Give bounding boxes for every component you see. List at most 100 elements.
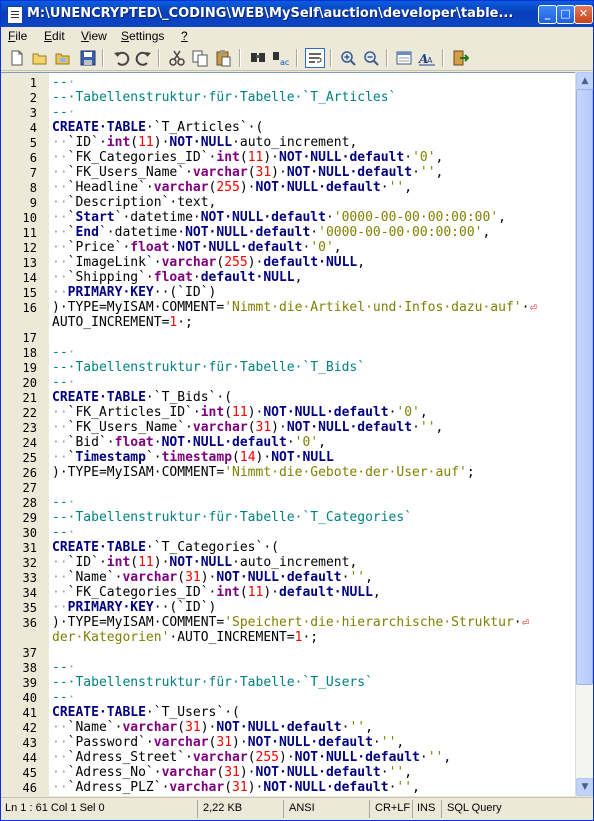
code-line: ··`Timestamp`·timestamp(14)·NOT·NULL	[52, 450, 334, 465]
code-token: ·	[67, 75, 76, 90]
word-wrap-icon[interactable]	[305, 48, 325, 68]
menu-edit[interactable]: Edit	[44, 29, 65, 43]
code-token: varchar	[161, 255, 217, 270]
redo-icon[interactable]	[135, 49, 153, 67]
code-token: `Headline`·	[67, 180, 154, 195]
code-token: '0000-00-00·00:00:00'	[318, 225, 483, 240]
scroll-up-arrow-icon[interactable]: ▲	[576, 72, 593, 90]
code-token: ·	[192, 270, 201, 285]
code-token: Start	[75, 210, 115, 225]
menu-file[interactable]: File	[8, 29, 27, 43]
code-token: ·	[380, 180, 389, 195]
menu-view[interactable]: View	[81, 29, 107, 43]
code-token: `FK_Categories_ID`·	[67, 150, 217, 165]
copy-icon[interactable]	[191, 49, 209, 67]
code-token: --	[52, 495, 68, 510]
vertical-scrollbar[interactable]: ▲ ▼	[575, 72, 593, 796]
paste-icon[interactable]	[214, 49, 232, 67]
replace-icon[interactable]: ac	[272, 49, 290, 67]
view-icon[interactable]	[395, 49, 413, 67]
code-line: --·	[52, 690, 75, 705]
code-token: '0'	[294, 435, 319, 450]
toolbar-separator	[158, 49, 160, 67]
code-token: ··	[52, 135, 68, 150]
code-token: '0'	[412, 150, 436, 165]
new-file-icon[interactable]	[8, 49, 26, 67]
code-token: `Bid`·	[67, 435, 115, 450]
zoom-in-icon[interactable]	[339, 49, 357, 67]
code-token: 31	[185, 570, 201, 585]
code-token: ''	[419, 165, 436, 180]
status-lexer[interactable]: SQL Query	[447, 802, 502, 814]
code-token: ·	[67, 525, 76, 540]
minimize-button[interactable]: _	[538, 5, 557, 24]
status-insert-mode[interactable]: INS	[417, 802, 435, 814]
open-folder-icon[interactable]	[54, 49, 72, 67]
code-token: ·	[380, 765, 389, 780]
code-token: PRIMARY·KEY	[67, 285, 154, 300]
code-token: ··	[52, 600, 68, 615]
code-token: )·	[263, 150, 279, 165]
scroll-thumb[interactable]	[576, 89, 593, 685]
code-token: 31	[224, 765, 240, 780]
code-token: ··	[52, 180, 68, 195]
code-line: ··`FK_Articles_ID`·int(11)·NOT·NULL·defa…	[52, 405, 428, 420]
code-line: CREATE·TABLE·`T_Categories`·(	[52, 540, 279, 555]
undo-icon[interactable]	[112, 49, 130, 67]
code-token: ''	[388, 765, 405, 780]
code-token: 'Nimmt·die·Gebote·der·User·auf'	[224, 465, 467, 480]
code-token: `FK_Users_Name`·	[67, 165, 193, 180]
code-token: (	[224, 780, 233, 795]
code-line: ··`FK_Users_Name`·varchar(31)·NOT·NULL·d…	[52, 420, 443, 435]
title-bar[interactable]: M:\UNENCRYPTED\_CODING\WEB\MySelf\auctio…	[1, 1, 593, 27]
code-line: --·	[52, 105, 75, 120]
code-token: ·	[412, 165, 420, 180]
code-token: `FK_Categories_ID`·	[67, 585, 217, 600]
code-token: ··	[52, 765, 68, 780]
code-token: --·Tabellenstruktur·für·Tabelle·`T_Users…	[52, 675, 373, 690]
status-divider	[412, 800, 413, 818]
toolbar-separator	[386, 49, 388, 67]
code-token: `·	[145, 450, 162, 465]
menu-settings[interactable]: Settings	[121, 29, 164, 43]
code-token: ''	[349, 570, 366, 585]
toolbar-separator	[296, 49, 298, 67]
code-token: ··(`ID`)	[153, 600, 217, 615]
exit-icon[interactable]	[451, 49, 469, 67]
word-wrap-marker-icon: ⏎	[529, 300, 537, 314]
code-token: )·	[200, 720, 217, 735]
code-token: )·	[247, 405, 264, 420]
code-token: )·	[200, 570, 217, 585]
open-file-icon[interactable]	[31, 49, 49, 67]
find-icon[interactable]	[249, 49, 267, 67]
font-icon[interactable]: AA	[418, 49, 436, 67]
code-view[interactable]: --· --·Tabellenstruktur·für·Tabelle·`T_Ar…	[1, 73, 575, 796]
code-token: ,	[365, 570, 373, 585]
cut-icon[interactable]	[168, 49, 186, 67]
code-token: `FK_Articles_ID`·	[67, 405, 201, 420]
close-button[interactable]: ✕	[574, 5, 593, 24]
code-token: ''	[427, 750, 444, 765]
code-line: ··`ID`·int(11)·NOT·NULL·auto_increment,	[52, 135, 357, 150]
code-token: ,	[443, 750, 452, 765]
status-line-endings[interactable]: CR+LF	[375, 802, 410, 814]
code-token: int	[200, 405, 225, 420]
status-encoding[interactable]: ANSI	[289, 802, 315, 814]
code-token: ;	[466, 465, 475, 480]
code-line: ··`End`·datetime·NOT·NULL·default·'0000-…	[52, 225, 490, 240]
save-icon[interactable]	[79, 49, 97, 67]
maximize-button[interactable]: □	[556, 5, 575, 24]
code-line: ··`ID`·int(11)·NOT·NULL·auto_increment,	[52, 555, 357, 570]
editor-area[interactable]: 1 2 3 4 5 6 7 8 9 10 11 12 13 14 15 16 17 18 19 20 21 22 23 24 2…	[1, 72, 575, 796]
menu-help[interactable]: ?	[181, 29, 188, 43]
zoom-out-icon[interactable]	[362, 49, 380, 67]
svg-text:ac: ac	[280, 58, 289, 67]
code-token: float	[114, 435, 154, 450]
code-line: ··`ImageLink`·varchar(255)·default·NULL,	[52, 255, 365, 270]
scroll-down-arrow-icon[interactable]: ▼	[576, 778, 593, 796]
app-icon[interactable]	[7, 6, 23, 24]
code-line: ··`FK_Categories_ID`·int(11)·default·NUL…	[52, 585, 381, 600]
code-token: int	[106, 555, 131, 570]
code-token: ·auto_increment,	[232, 135, 358, 150]
code-token: ''	[388, 180, 405, 195]
